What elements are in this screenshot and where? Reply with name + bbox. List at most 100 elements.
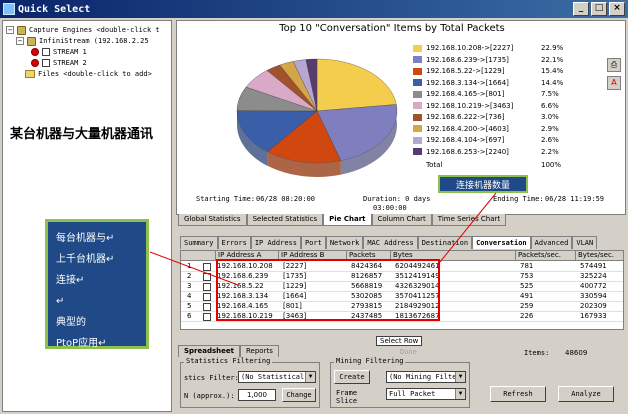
ending-time-label: Ending Time: (493, 195, 544, 203)
table-cell: 525 (520, 282, 534, 290)
legend-value: 6.6% (541, 101, 559, 110)
table-tab[interactable]: IP Address (250, 236, 301, 249)
chart-panel: Top 10 "Conversation" Items by Total Pac… (176, 20, 626, 215)
row-checkbox[interactable] (203, 263, 211, 271)
analyze-button[interactable]: Analyze (558, 386, 614, 402)
header-packets-sec[interactable]: Packets/sec. (516, 251, 576, 261)
legend-item: 192.168.6.222->[736] (413, 113, 504, 121)
statistics-filter-title: Statistics Filtering (184, 357, 273, 365)
duration-value: 03:00:00 (373, 204, 407, 212)
change-button[interactable]: Change (282, 388, 316, 402)
pie-slice[interactable] (316, 58, 397, 112)
legend-item: 192.168.6.239->[1735] (413, 56, 509, 64)
legend-value: 2.6% (541, 136, 559, 144)
legend-value: 15.4% (541, 67, 564, 75)
annotation-caption: 某台机器与大量机器通讯 (10, 127, 154, 142)
tree-item-files[interactable]: Files <double-click to add> (25, 69, 152, 79)
tree-item-stream2[interactable]: STREAM 2 (31, 58, 87, 68)
legend-item: 192.168.6.253->[2240] (413, 148, 509, 156)
tab-reports[interactable]: Reports (239, 345, 279, 357)
legend-item: 192.168.4.165->[801] (413, 90, 504, 98)
legend-value: 3.0% (541, 113, 559, 121)
legend-item: 192.168.3.134->[1664] (413, 79, 509, 87)
table-tab[interactable]: Port (300, 236, 326, 249)
statistics-filter-select[interactable]: (No Statistical ▼ (238, 371, 316, 383)
create-button[interactable]: Create (334, 370, 370, 384)
legend-swatch (413, 136, 422, 144)
collapse-icon[interactable]: − (6, 26, 14, 34)
print-icon[interactable]: ⎙ (607, 58, 621, 72)
legend-swatch (413, 56, 422, 63)
callout-line: 连接↵ (56, 275, 85, 286)
table-tab[interactable]: Summary (180, 236, 218, 249)
select-row-status: Select Row (376, 336, 423, 346)
tree-item-capture-engines[interactable]: − Capture Engines <double-click t (6, 25, 160, 35)
stream-status-icon (31, 48, 39, 56)
legend-item: 192.168.4.104->[697] (413, 136, 504, 144)
stream-status-icon (31, 59, 39, 67)
callout-line: 上千台机器↵ (56, 254, 115, 265)
row-checkbox[interactable] (203, 303, 211, 311)
table-tab[interactable]: Conversation (472, 236, 531, 249)
chevron-down-icon[interactable]: ▼ (305, 372, 315, 382)
legend-swatch (413, 44, 422, 52)
pdf-icon[interactable]: A (607, 76, 621, 90)
chevron-down-icon[interactable]: ▼ (455, 389, 465, 399)
legend-item: 192.168.4.200->[4603] (413, 125, 509, 133)
maximize-button[interactable]: □ (591, 2, 607, 16)
row-checkbox[interactable] (203, 283, 211, 291)
legend-label: 192.168.5.22->[1229] (426, 67, 505, 75)
items-count: 48609 (565, 349, 588, 357)
table-cell: 400772 (580, 282, 607, 290)
frame-slice-select[interactable]: Full Packet ▼ (386, 388, 466, 400)
table-tab[interactable]: Errors (217, 236, 251, 249)
legend-label: 192.168.6.253->[2240] (426, 147, 509, 156)
row-checkbox[interactable] (203, 313, 211, 321)
title-bar: Quick Select _ □ × (0, 0, 628, 18)
table-tab[interactable]: VLAN (572, 236, 598, 249)
row-checkbox[interactable] (203, 273, 211, 281)
tab-spreadsheet[interactable]: Spreadsheet (178, 345, 240, 357)
start-time-value: 06/28 08:20:00 (256, 195, 316, 203)
mining-filter-title: Mining Filtering (334, 357, 406, 365)
checkbox-icon[interactable] (42, 48, 50, 56)
table-tab[interactable]: MAC Address (363, 236, 418, 249)
legend-label: 192.168.3.134->[1664] (426, 78, 509, 87)
close-button[interactable]: × (609, 2, 625, 16)
legend-swatch (413, 102, 422, 109)
n-approx-input[interactable]: 1,000 (238, 389, 276, 401)
mining-filter-select[interactable]: (No Mining Filte ▼ (386, 371, 466, 383)
callout-p2p: 每台机器与↵ 上千台机器↵ 连接↵ ↵ 典型的 PtoP应用↵ (45, 219, 149, 349)
row-checkbox[interactable] (203, 293, 211, 301)
header-bytes-sec[interactable]: Bytes/sec. (576, 251, 623, 261)
legend-label: 192.168.10.219->[3463] (426, 101, 514, 110)
legend-label: 192.168.4.200->[4603] (426, 124, 509, 133)
tree-item-stream1[interactable]: STREAM 1 (31, 47, 87, 57)
table-tab[interactable]: Network (325, 236, 364, 249)
table-cell: 2 (187, 272, 192, 280)
folder-icon (25, 70, 35, 78)
chevron-down-icon[interactable]: ▼ (455, 372, 465, 382)
legend-value: 14.4% (541, 78, 564, 87)
minimize-button[interactable]: _ (573, 2, 589, 16)
tree-item-infinistream[interactable]: − InfiniStream (192.168.2.25 (16, 36, 149, 46)
table-cell: 4 (187, 292, 192, 300)
chart-tab[interactable]: Column Chart (371, 214, 432, 226)
chart-tab[interactable]: Global Statistics (178, 214, 247, 226)
chart-tab[interactable]: Selected Statistics (246, 214, 324, 226)
table-tab[interactable]: Advanced (530, 236, 573, 249)
collapse-icon[interactable]: − (16, 37, 24, 45)
n-approx-label: N (approx.): (184, 392, 235, 400)
legend-swatch (413, 79, 422, 86)
chart-tab[interactable]: Pie Chart (323, 214, 372, 226)
legend-value: 2.9% (541, 124, 559, 133)
bottom-tabs: Spreadsheet Reports (178, 345, 279, 357)
table-tab[interactable]: Destination (417, 236, 473, 249)
chart-tab[interactable]: Time Series Chart (431, 214, 507, 226)
database-icon (17, 25, 26, 35)
table-cell: 5 (187, 302, 192, 310)
pie-chart (236, 58, 398, 178)
legend-item: 192.168.10.219->[3463] (413, 102, 513, 110)
refresh-button[interactable]: Refresh (490, 386, 546, 402)
checkbox-icon[interactable] (42, 59, 50, 67)
